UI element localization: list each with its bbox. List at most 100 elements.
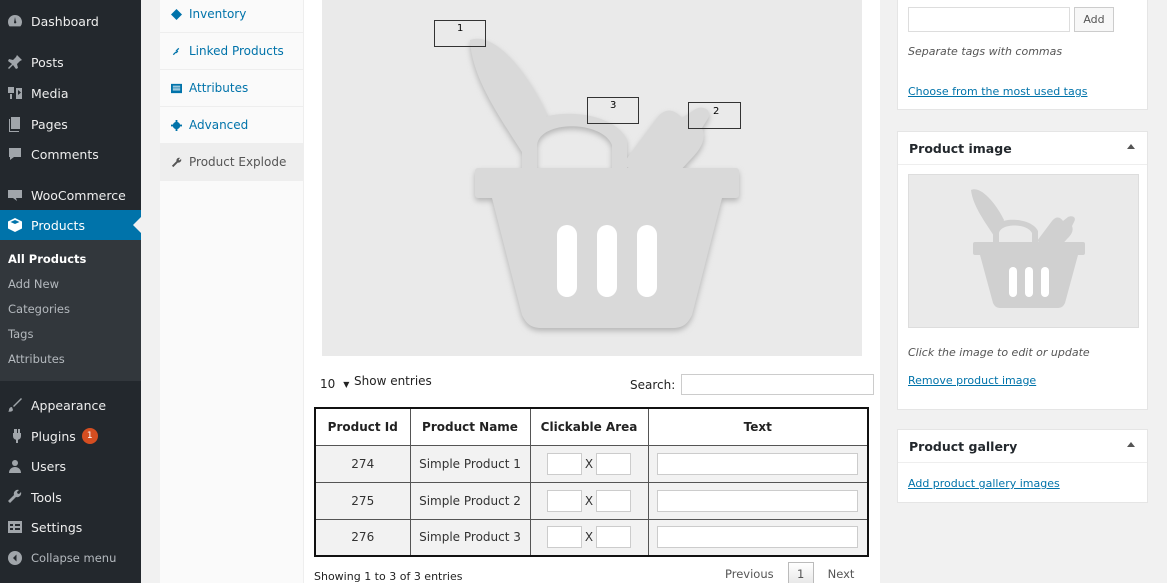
chevron-down-icon: ▼ [343,379,350,389]
current-menu-arrow [133,217,141,233]
menu-media[interactable]: Media [0,78,141,108]
menu-posts[interactable]: Posts [0,47,141,77]
product-name-cell: Simple Product 1 [409,444,531,483]
menu-tools[interactable]: Tools [0,482,141,512]
page-1-button[interactable]: 1 [787,562,814,583]
product-image-header: Product image [898,132,1147,165]
submenu-attributes[interactable]: Attributes [8,352,65,366]
product-id-cell: 276 [314,518,411,557]
product-data-tabs: Inventory Linked Products Attributes Adv… [160,0,304,583]
media-icon [7,85,23,101]
area-y-input[interactable] [596,489,631,512]
search-input[interactable] [681,374,875,395]
column-header-text[interactable]: Text [647,407,869,446]
submenu-add-new[interactable]: Add New [8,277,59,291]
table-header-row: Product Id Product Name Clickable Area T… [314,407,869,446]
collapse-menu-button[interactable]: Collapse menu [0,543,141,573]
products-submenu: All Products Add New Categories Tags Att… [0,240,141,381]
user-icon [7,458,23,474]
table-row: 275 Simple Product 2 X [314,481,869,520]
entries-length-select[interactable]: 10 ▼ [314,373,354,395]
menu-plugins[interactable]: Plugins 1 [0,421,141,451]
product-name-cell: Simple Product 3 [409,518,531,557]
submenu-tags[interactable]: Tags [8,327,33,341]
hotspot-marker-2[interactable]: 2 [688,102,741,129]
add-tag-button[interactable]: Add [1074,7,1114,32]
basket-thumbnail-icon [971,189,1085,308]
menu-pages[interactable]: Pages [0,109,141,139]
hotspot-text-input[interactable] [657,526,859,549]
table-search: Search: [630,374,875,395]
products-table: Product Id Product Name Clickable Area T… [314,407,869,557]
text-cell [647,481,869,520]
column-header-product-id[interactable]: Product Id [314,407,411,446]
tab-linked-products[interactable]: Linked Products [160,33,304,70]
wrench-icon [171,157,182,167]
clickable-area-cell: X [529,481,649,520]
product-tags-box: Add Separate tags with commas Choose fro… [897,0,1148,110]
column-header-clickable-area[interactable]: Clickable Area [529,407,649,446]
text-cell [647,518,869,557]
plugins-update-badge: 1 [81,428,98,444]
menu-users[interactable]: Users [0,451,141,481]
brush-icon [7,397,23,413]
search-label: Search: [630,377,676,392]
submenu-categories[interactable]: Categories [8,302,70,316]
area-x-input[interactable] [547,526,582,549]
collapse-toggle-icon[interactable] [1127,442,1135,447]
attributes-list-icon [171,83,182,93]
table-pagination: Previous 1 Next [725,562,854,583]
settings-icon [7,519,23,535]
page-icon [7,116,23,132]
admin-sidebar: Dashboard Posts Media Pages Comments Woo… [0,0,141,583]
product-image-hint: Click the image to edit or update [908,346,1090,359]
area-y-input[interactable] [596,526,631,549]
collapse-arrow-icon [7,550,23,566]
table-row: 276 Simple Product 3 X [314,518,869,557]
menu-settings[interactable]: Settings [0,512,141,542]
product-gallery-box: Product gallery Add product gallery imag… [897,429,1148,503]
hotspot-marker-3[interactable]: 3 [587,97,639,124]
menu-appearance[interactable]: Appearance [0,390,141,420]
menu-woocommerce[interactable]: WooCommerce [0,180,141,210]
tab-product-explode[interactable]: Product Explode [160,144,304,181]
next-page-button[interactable]: Next [828,567,855,581]
plug-icon [7,428,23,444]
product-explode-panel: 1 2 3 10 ▼ Show entries Search: Product … [304,0,880,583]
entries-length-control: 10 ▼ Show entries [314,373,432,395]
new-tag-input[interactable] [908,7,1070,32]
collapse-toggle-icon[interactable] [1127,144,1135,149]
dashboard-icon [7,13,23,29]
column-header-product-name[interactable]: Product Name [409,407,531,446]
submenu-all-products[interactable]: All Products [8,252,86,266]
choose-tags-link[interactable]: Choose from the most used tags [908,85,1087,98]
area-x-input[interactable] [547,452,582,475]
hotspot-marker-1[interactable]: 1 [434,20,486,47]
tags-hint: Separate tags with commas [908,45,1063,58]
show-entries-label: Show entries [354,374,432,388]
link-icon [172,47,180,55]
wrench-icon [7,489,23,505]
previous-page-button[interactable]: Previous [725,567,774,581]
product-name-cell: Simple Product 2 [409,481,531,520]
menu-products[interactable]: Products [0,210,141,240]
add-gallery-images-link[interactable]: Add product gallery images [908,477,1060,490]
tab-attributes[interactable]: Attributes [160,70,304,107]
area-y-input[interactable] [596,452,631,475]
remove-product-image-link[interactable]: Remove product image [908,374,1036,387]
tab-inventory[interactable]: Inventory [160,0,304,33]
menu-dashboard[interactable]: Dashboard [0,6,141,36]
product-cube-icon [7,217,23,233]
woocommerce-icon [7,187,23,203]
tab-advanced[interactable]: Advanced [160,107,304,144]
text-cell [647,444,869,483]
menu-comments[interactable]: Comments [0,139,141,169]
area-x-input[interactable] [547,489,582,512]
product-image-thumbnail[interactable] [908,174,1139,328]
hotspot-text-input[interactable] [657,452,859,475]
clickable-area-cell: X [529,518,649,557]
clickable-area-cell: X [529,444,649,483]
table-row: 274 Simple Product 1 X [314,444,869,483]
hotspot-text-input[interactable] [657,489,859,512]
product-image-canvas[interactable]: 1 2 3 [322,0,862,356]
